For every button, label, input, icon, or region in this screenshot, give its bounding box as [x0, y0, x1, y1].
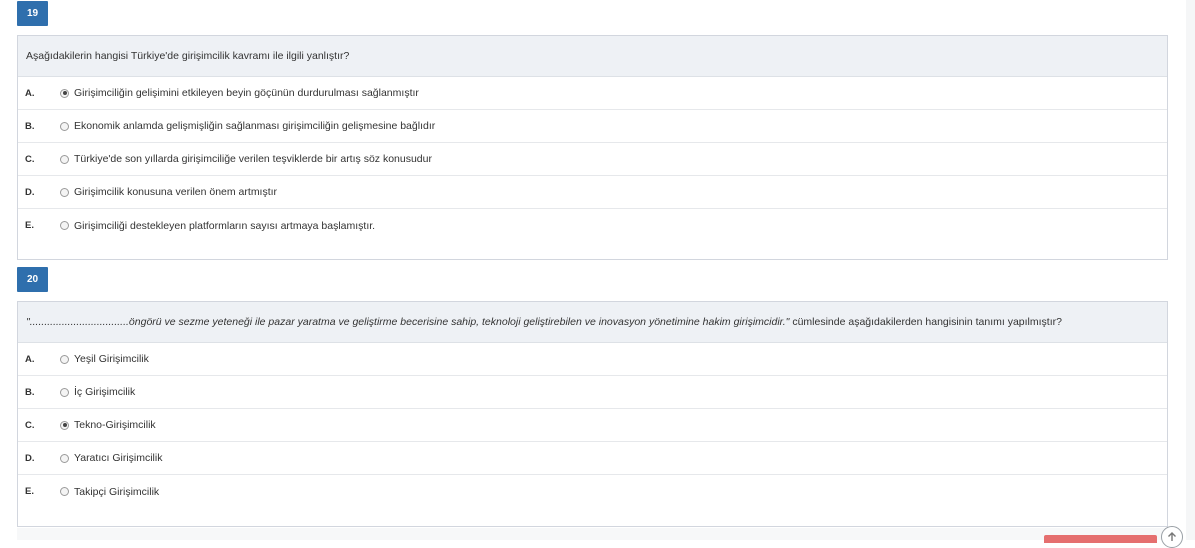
- radio-button[interactable]: [60, 121, 69, 131]
- question-text-italic: öngörü ve sezme yeteneği ile pazar yarat…: [128, 316, 790, 328]
- arrow-up-glyph: [1168, 532, 1176, 541]
- radio-button[interactable]: [60, 354, 69, 364]
- option-a[interactable]: A. Girişimciliğin gelişimini etkileyen b…: [18, 77, 1167, 110]
- radio-button[interactable]: [60, 187, 69, 197]
- option-letter: D.: [25, 186, 35, 198]
- option-text: Yaratıcı Girişimcilik: [74, 452, 163, 464]
- option-e[interactable]: E. Takipçi Girişimcilik: [18, 475, 1167, 508]
- option-text: Takipçi Girişimcilik: [74, 485, 160, 498]
- option-text: Ekonomik anlamda gelişmişliğin sağlanmas…: [74, 120, 436, 132]
- submit-button[interactable]: [1044, 535, 1157, 543]
- option-text: Tekno-Girişimcilik: [74, 419, 156, 431]
- option-d[interactable]: D. Yaratıcı Girişimcilik: [18, 442, 1167, 475]
- radio-button[interactable]: [60, 221, 69, 230]
- page-footer-strip: [17, 528, 1168, 540]
- radio-button-checked[interactable]: [60, 88, 69, 98]
- radio-button[interactable]: [60, 453, 69, 463]
- option-letter: B.: [25, 386, 35, 398]
- option-text: Türkiye'de son yıllarda girişimciliğe ve…: [74, 153, 432, 165]
- question-text: ".................................. öngör…: [18, 302, 1167, 343]
- question-text-suffix: cümlesinde aşağıdakilerden hangisinin ta…: [789, 316, 1062, 328]
- option-letter: E.: [25, 220, 34, 231]
- option-list: A. Yeşil Girişimcilik B. İç Girişimcilik…: [18, 343, 1167, 508]
- option-text: Girişimcilik konusuna verilen önem artmı…: [74, 186, 278, 198]
- radio-button-checked[interactable]: [60, 420, 69, 430]
- option-b[interactable]: B. Ekonomik anlamda gelişmişliğin sağlan…: [18, 110, 1167, 143]
- option-b[interactable]: B. İç Girişimcilik: [18, 376, 1167, 409]
- option-letter: C.: [25, 419, 35, 431]
- option-a[interactable]: A. Yeşil Girişimcilik: [18, 343, 1167, 376]
- option-letter: A.: [25, 353, 35, 365]
- question-panel: Aşağıdakilerin hangisi Türkiye'de girişi…: [17, 35, 1168, 260]
- option-letter: A.: [25, 87, 35, 99]
- question-text-prefix: "..................................: [26, 316, 129, 328]
- option-c[interactable]: C. Tekno-Girişimcilik: [18, 409, 1167, 442]
- option-letter: C.: [25, 153, 35, 165]
- option-text: Girişimciliğin gelişimini etkileyen beyi…: [74, 87, 419, 99]
- option-c[interactable]: C. Türkiye'de son yıllarda girişimciliğe…: [18, 143, 1167, 176]
- question-number-badge: 19: [17, 1, 48, 26]
- question-number-badge: 20: [17, 267, 48, 292]
- option-letter: B.: [25, 120, 35, 132]
- question-text-content: Aşağıdakilerin hangisi Türkiye'de girişi…: [26, 50, 350, 62]
- page-right-edge: [1186, 0, 1195, 540]
- radio-button[interactable]: [60, 387, 69, 397]
- option-letter: D.: [25, 452, 35, 464]
- option-d[interactable]: D. Girişimcilik konusuna verilen önem ar…: [18, 176, 1167, 209]
- option-list: A. Girişimciliğin gelişimini etkileyen b…: [18, 77, 1167, 242]
- option-text: İç Girişimcilik: [74, 386, 136, 398]
- question-panel: ".................................. öngör…: [17, 301, 1168, 527]
- arrow-up-circle-icon[interactable]: [1161, 526, 1183, 548]
- radio-button[interactable]: [60, 487, 69, 496]
- radio-button[interactable]: [60, 154, 69, 164]
- option-text: Girişimciliği destekleyen platformların …: [74, 219, 376, 232]
- option-e[interactable]: E. Girişimciliği destekleyen platformlar…: [18, 209, 1167, 242]
- option-letter: E.: [25, 486, 34, 497]
- question-text: Aşağıdakilerin hangisi Türkiye'de girişi…: [18, 36, 1167, 77]
- option-text: Yeşil Girişimcilik: [74, 353, 149, 365]
